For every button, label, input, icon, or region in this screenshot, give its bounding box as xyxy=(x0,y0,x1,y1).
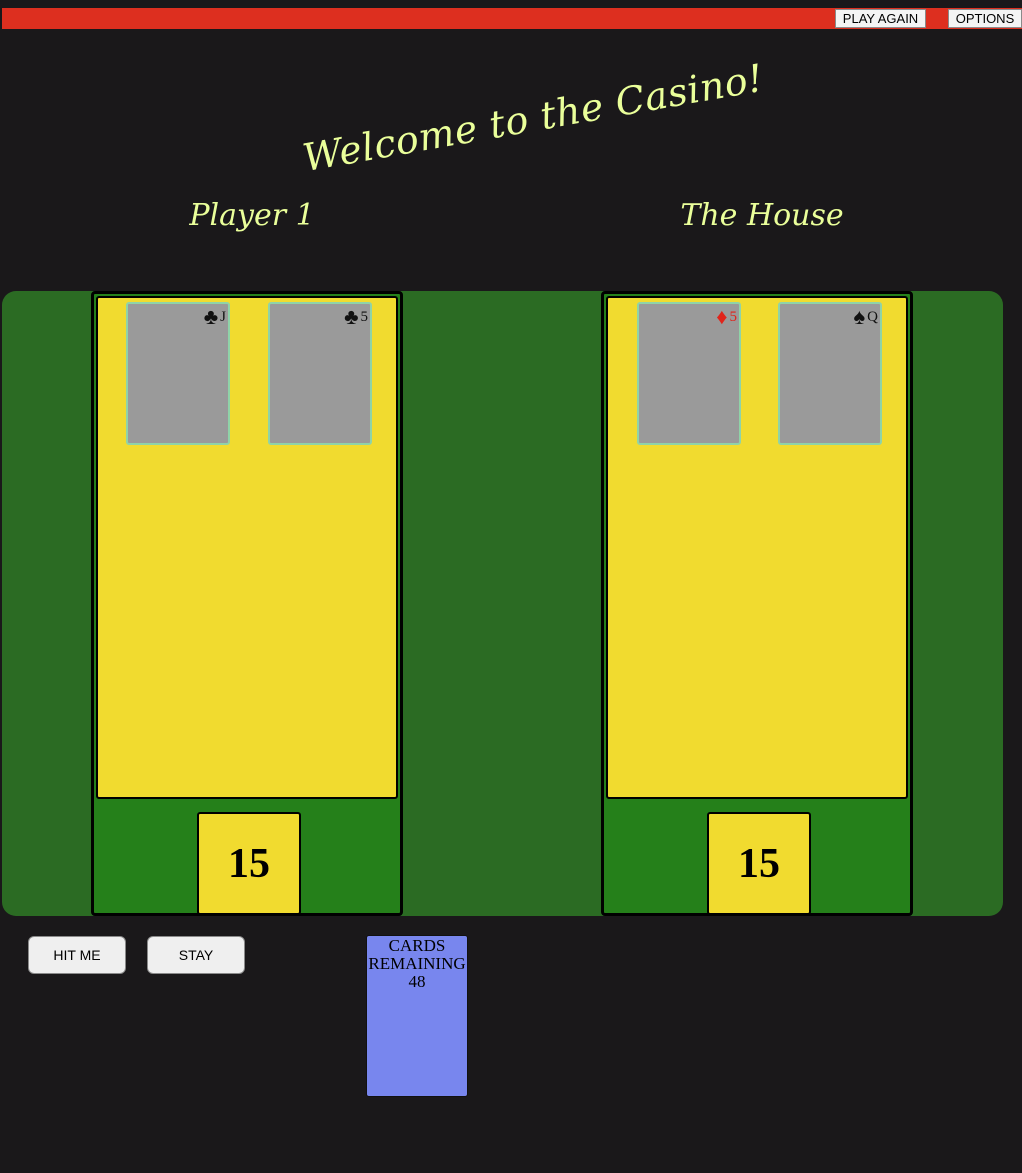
player-hand: ♣ J ♣ 5 xyxy=(96,296,398,799)
house-hand: ♦ 5 ♠ Q xyxy=(606,296,908,799)
player-card: ♣ 5 xyxy=(268,302,372,445)
deck-count: 48 xyxy=(408,972,426,991)
hit-me-button[interactable]: HIT ME xyxy=(28,936,126,974)
card-rank: 5 xyxy=(729,308,738,325)
clubs-icon: ♣ xyxy=(344,304,359,329)
welcome-title: Welcome to the Casino! xyxy=(299,55,767,181)
house-score: 15 xyxy=(707,812,811,915)
card-corner: ♦ 5 xyxy=(716,304,738,329)
player-card: ♣ J xyxy=(126,302,230,445)
house-seat: ♦ 5 ♠ Q 15 xyxy=(601,291,913,916)
card-corner: ♠ Q xyxy=(853,304,878,329)
house-title: The House xyxy=(680,198,844,233)
stay-button[interactable]: STAY xyxy=(147,936,245,974)
player-title: Player 1 xyxy=(189,198,315,233)
diamonds-icon: ♦ xyxy=(716,304,728,329)
clubs-icon: ♣ xyxy=(203,304,219,329)
house-card: ♦ 5 xyxy=(637,302,741,445)
card-corner: ♣ J xyxy=(203,304,226,329)
play-again-button[interactable]: PLAY AGAIN xyxy=(835,9,926,28)
card-rank: 5 xyxy=(360,308,369,325)
card-rank: J xyxy=(220,308,226,325)
spades-icon: ♠ xyxy=(853,304,866,329)
card-corner: ♣ 5 xyxy=(344,304,369,329)
player-seat: ♣ J ♣ 5 15 xyxy=(91,291,403,916)
house-card: ♠ Q xyxy=(778,302,882,445)
player-score: 15 xyxy=(197,812,301,915)
deck-label-line2: REMAINING xyxy=(368,954,466,973)
deck-pile: CARDS REMAINING 48 xyxy=(366,935,468,1097)
card-rank: Q xyxy=(867,308,878,325)
deck-label-line1: CARDS xyxy=(388,936,446,955)
options-button[interactable]: OPTIONS xyxy=(948,9,1022,28)
